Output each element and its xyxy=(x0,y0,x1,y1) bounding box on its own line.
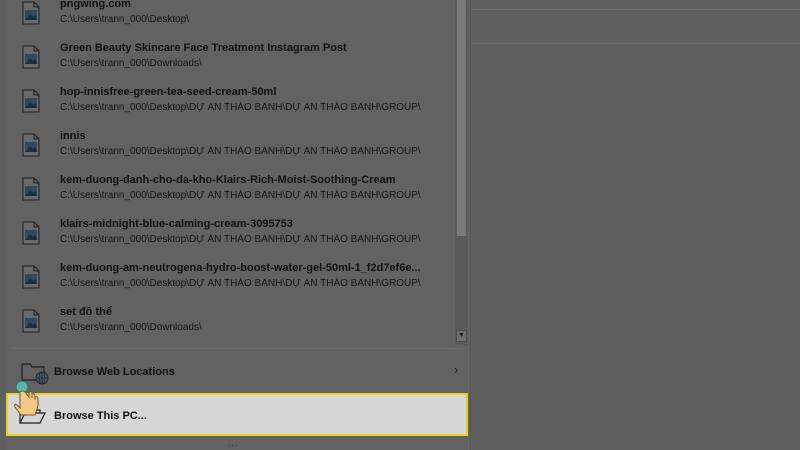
recent-file-item[interactable]: klairs-midnight-blue-calming-cream-30957… xyxy=(6,216,454,260)
recent-file-title: hop-innisfree-green-tea-seed-cream-50ml xyxy=(60,86,277,98)
recent-file-item[interactable]: Green Beauty Skincare Face Treatment Ins… xyxy=(6,40,454,84)
recent-file-title: set đồ thể xyxy=(60,306,112,318)
background-divider xyxy=(470,9,800,10)
recent-file-path: C:\Users\trann_000\Desktop\DỰ ÁN THẢO BÀ… xyxy=(60,190,421,201)
recent-file-title: klairs-midnight-blue-calming-cream-30957… xyxy=(60,218,293,230)
recent-file-title: pngwing.com xyxy=(60,0,131,10)
browse-web-locations-button[interactable]: Browse Web Locations › xyxy=(6,352,468,390)
recent-file-item[interactable]: pngwing.com C:\Users\trann_000\Desktop\ xyxy=(6,0,454,40)
recent-file-item[interactable]: hop-innisfree-green-tea-seed-cream-50ml C… xyxy=(6,84,454,128)
resize-grip[interactable]: ... xyxy=(228,438,239,448)
recent-file-path: C:\Users\trann_000\Desktop\ xyxy=(60,14,189,25)
recent-file-title: kem-duong-am-neutrogena-hydro-boost-wate… xyxy=(60,262,421,274)
browse-web-label: Browse Web Locations xyxy=(54,366,175,378)
section-divider xyxy=(12,348,464,349)
recent-file-item[interactable]: kem-duong-am-neutrogena-hydro-boost-wate… xyxy=(6,260,454,304)
image-file-icon xyxy=(22,221,40,245)
recent-file-title: innis xyxy=(60,130,86,142)
hand-pointer-icon xyxy=(8,378,44,418)
recent-file-item[interactable]: kem-duong-danh-cho-da-kho-Klairs-Rich-Mo… xyxy=(6,172,454,216)
scroll-thumb[interactable] xyxy=(457,0,466,236)
recent-file-path: C:\Users\trann_000\Desktop\DỰ ÁN THẢO BÀ… xyxy=(60,146,421,157)
chevron-right-icon: › xyxy=(454,362,459,377)
recent-file-path: C:\Users\trann_000\Downloads\ xyxy=(60,322,202,333)
image-file-icon xyxy=(22,309,40,333)
browse-this-pc-label: Browse This PC... xyxy=(54,410,147,422)
browse-this-pc-button[interactable]: Browse This PC... xyxy=(6,393,468,436)
recent-file-title: Green Beauty Skincare Face Treatment Ins… xyxy=(60,42,347,54)
recent-file-item[interactable]: set đồ thể C:\Users\trann_000\Downloads\ xyxy=(6,304,454,345)
image-file-icon xyxy=(22,1,40,25)
scroll-down-button[interactable]: ▼ xyxy=(456,330,467,342)
image-file-icon xyxy=(22,265,40,289)
image-file-icon xyxy=(22,45,40,69)
scrollbar[interactable]: ▼ xyxy=(455,0,468,345)
recent-file-path: C:\Users\trann_000\Desktop\DỰ ÁN THẢO BÀ… xyxy=(60,234,421,245)
image-file-icon xyxy=(22,133,40,157)
open-file-panel: pngwing.com C:\Users\trann_000\Desktop\ Gr… xyxy=(6,0,471,450)
background-divider xyxy=(470,43,800,44)
recent-file-title: kem-duong-danh-cho-da-kho-Klairs-Rich-Mo… xyxy=(60,174,396,186)
recent-file-path: C:\Users\trann_000\Desktop\DỰ ÁN THẢO BÀ… xyxy=(60,278,421,289)
recent-file-path: C:\Users\trann_000\Downloads\ xyxy=(60,58,202,69)
recent-file-path: C:\Users\trann_000\Desktop\DỰ ÁN THẢO BÀ… xyxy=(60,102,421,113)
image-file-icon xyxy=(22,177,40,201)
image-file-icon xyxy=(22,89,40,113)
recent-file-item[interactable]: innis C:\Users\trann_000\Desktop\DỰ ÁN TH… xyxy=(6,128,454,172)
recent-files-list[interactable]: pngwing.com C:\Users\trann_000\Desktop\ Gr… xyxy=(6,0,454,345)
